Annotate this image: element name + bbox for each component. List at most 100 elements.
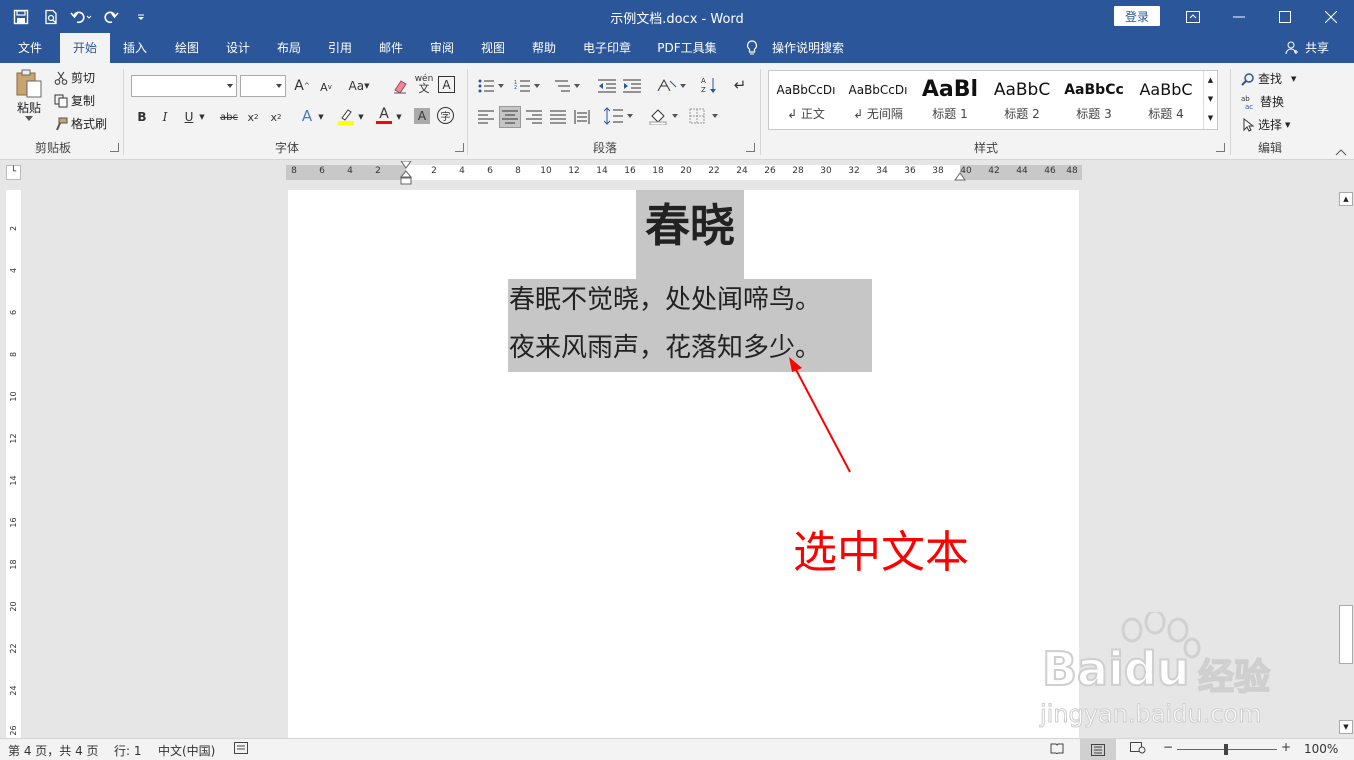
grow-font-icon[interactable]: A ^ bbox=[292, 76, 312, 96]
numbering-icon[interactable]: 12 bbox=[512, 76, 542, 96]
more-styles-icon[interactable]: ▼ bbox=[1204, 109, 1217, 128]
print-layout-icon[interactable] bbox=[1080, 739, 1116, 760]
document-line[interactable]: 春眠不觉晓，处处闻啼鸟。 bbox=[509, 277, 872, 323]
document-title[interactable]: 春晓 bbox=[636, 198, 744, 254]
font-size-box[interactable] bbox=[240, 75, 286, 97]
character-shading-icon[interactable]: A bbox=[414, 108, 430, 124]
chevron-down-icon[interactable]: ▼ bbox=[315, 107, 327, 127]
tab-help[interactable]: 帮助 bbox=[523, 33, 565, 63]
indent-marker-icon[interactable] bbox=[400, 161, 412, 185]
maximize-icon[interactable] bbox=[1262, 0, 1308, 33]
subscript-icon[interactable]: x2 bbox=[243, 107, 263, 127]
collapse-ribbon-icon[interactable] bbox=[1335, 145, 1347, 159]
line-spacing-icon[interactable] bbox=[603, 106, 635, 126]
paste-button[interactable]: 粘贴 bbox=[14, 69, 44, 121]
superscript-icon[interactable]: x2 bbox=[266, 107, 286, 127]
style-no-spacing[interactable]: AaBbCcDı ↲ 无间隔 bbox=[843, 75, 913, 127]
tab-pdf-tools[interactable]: PDF工具集 bbox=[651, 33, 723, 63]
copy-button[interactable]: 复制 bbox=[54, 92, 95, 109]
paragraph-launcher-icon[interactable] bbox=[746, 143, 755, 152]
tab-references[interactable]: 引用 bbox=[319, 33, 361, 63]
shrink-font-icon[interactable]: Av bbox=[316, 77, 336, 97]
decrease-indent-icon[interactable] bbox=[597, 76, 617, 96]
text-effects-icon[interactable]: A bbox=[297, 106, 317, 126]
tab-design[interactable]: 设计 bbox=[217, 33, 259, 63]
change-case-button[interactable]: Aa ▼ bbox=[344, 76, 374, 96]
clear-formatting-icon[interactable] bbox=[390, 76, 410, 96]
ribbon-display-options-icon[interactable] bbox=[1170, 0, 1216, 33]
italic-icon[interactable]: I bbox=[155, 107, 175, 127]
scroll-up-icon[interactable]: ▲ bbox=[1339, 192, 1353, 206]
multilevel-list-icon[interactable] bbox=[552, 76, 582, 96]
strikethrough-icon[interactable]: abc bbox=[219, 107, 239, 127]
language[interactable]: 中文(中国) bbox=[158, 742, 215, 759]
scroll-down-icon[interactable]: ▼ bbox=[1339, 720, 1353, 734]
clipboard-launcher-icon[interactable] bbox=[110, 143, 119, 152]
horizontal-ruler[interactable]: 8 6 4 2 2 4 6 8 10 12 14 16 18 20 22 24 … bbox=[286, 161, 1082, 185]
character-border-icon[interactable]: A bbox=[438, 76, 455, 93]
cut-button[interactable]: 剪切 bbox=[54, 69, 95, 86]
minimize-icon[interactable] bbox=[1216, 0, 1262, 33]
style-heading-4[interactable]: AaBbC 标题 4 bbox=[1131, 75, 1201, 127]
styles-launcher-icon[interactable] bbox=[1216, 143, 1225, 152]
tab-insert[interactable]: 插入 bbox=[114, 33, 156, 63]
tab-file[interactable]: 文件 bbox=[8, 33, 52, 63]
chevron-down-icon[interactable]: ▼ bbox=[1204, 90, 1217, 109]
chevron-up-icon[interactable]: ▲ bbox=[1204, 71, 1217, 90]
align-center-icon[interactable] bbox=[499, 106, 521, 128]
find-button[interactable]: 查找 ▼ bbox=[1241, 70, 1296, 87]
style-normal[interactable]: AaBbCcDı ↲ 正文 bbox=[771, 75, 841, 127]
login-button[interactable]: 登录 bbox=[1114, 6, 1160, 26]
tab-draw[interactable]: 绘图 bbox=[166, 33, 208, 63]
chevron-down-icon[interactable]: ▼ bbox=[196, 107, 208, 127]
bullets-icon[interactable] bbox=[476, 76, 506, 96]
borders-icon[interactable] bbox=[688, 106, 720, 126]
right-indent-marker-icon[interactable] bbox=[954, 171, 966, 181]
enclose-characters-icon[interactable]: 字 bbox=[437, 107, 454, 124]
phonetic-guide-icon[interactable]: wén 文 bbox=[414, 74, 434, 95]
justify-icon[interactable] bbox=[548, 107, 568, 127]
read-mode-icon[interactable] bbox=[1050, 742, 1064, 757]
align-right-icon[interactable] bbox=[524, 107, 544, 127]
scrollbar-thumb[interactable] bbox=[1339, 605, 1353, 664]
shading-icon[interactable] bbox=[648, 106, 680, 126]
share-button[interactable]: 共享 bbox=[1302, 33, 1332, 63]
chevron-down-icon[interactable]: ▼ bbox=[355, 107, 367, 127]
format-painter-button[interactable]: 格式刷 bbox=[54, 115, 107, 132]
sort-icon[interactable]: AZ bbox=[699, 75, 719, 95]
line-number[interactable]: 行: 1 bbox=[114, 742, 142, 759]
font-launcher-icon[interactable] bbox=[455, 143, 464, 152]
vertical-ruler[interactable]: 2 4 6 8 10 12 14 16 18 20 22 24 26 bbox=[6, 190, 21, 738]
tab-mailings[interactable]: 邮件 bbox=[370, 33, 412, 63]
accessibility-icon[interactable] bbox=[234, 742, 248, 757]
style-heading-2[interactable]: AaBbC 标题 2 bbox=[987, 75, 1057, 127]
replace-button[interactable]: ab ac 替换 bbox=[1241, 93, 1284, 110]
tell-me-search[interactable]: 操作说明搜索 bbox=[768, 33, 848, 63]
styles-scroll[interactable]: ▲ ▼ ▼ bbox=[1203, 71, 1217, 129]
bold-icon[interactable]: B bbox=[132, 107, 152, 127]
font-color-icon[interactable]: A bbox=[374, 106, 394, 126]
zoom-slider-thumb[interactable] bbox=[1224, 744, 1228, 755]
close-icon[interactable] bbox=[1308, 0, 1354, 33]
tab-selector-icon[interactable]: └ bbox=[6, 165, 21, 180]
style-heading-3[interactable]: AaBbCc 标题 3 bbox=[1059, 75, 1129, 127]
style-heading-1[interactable]: AaBl 标题 1 bbox=[915, 75, 985, 127]
tab-view[interactable]: 视图 bbox=[472, 33, 514, 63]
increase-indent-icon[interactable] bbox=[622, 76, 642, 96]
zoom-level[interactable]: 100% bbox=[1304, 742, 1338, 756]
chevron-down-icon[interactable]: ▼ bbox=[393, 107, 405, 127]
select-button[interactable]: 选择 ▼ bbox=[1241, 116, 1290, 133]
tab-home[interactable]: 开始 bbox=[60, 33, 110, 63]
tab-review[interactable]: 审阅 bbox=[421, 33, 463, 63]
page-count[interactable]: 第 4 页，共 4 页 bbox=[8, 742, 99, 759]
tab-layout[interactable]: 布局 bbox=[268, 33, 310, 63]
tab-e-seal[interactable]: 电子印章 bbox=[577, 33, 637, 63]
zoom-in-icon[interactable]: + bbox=[1281, 740, 1291, 754]
highlight-icon[interactable] bbox=[336, 107, 356, 127]
align-left-icon[interactable] bbox=[476, 107, 496, 127]
chinese-layout-icon[interactable] bbox=[654, 76, 688, 96]
zoom-out-icon[interactable]: − bbox=[1163, 740, 1173, 754]
web-layout-icon[interactable] bbox=[1130, 742, 1146, 757]
show-formatting-marks-icon[interactable]: ↵ bbox=[730, 75, 750, 95]
font-name-box[interactable] bbox=[131, 75, 237, 97]
